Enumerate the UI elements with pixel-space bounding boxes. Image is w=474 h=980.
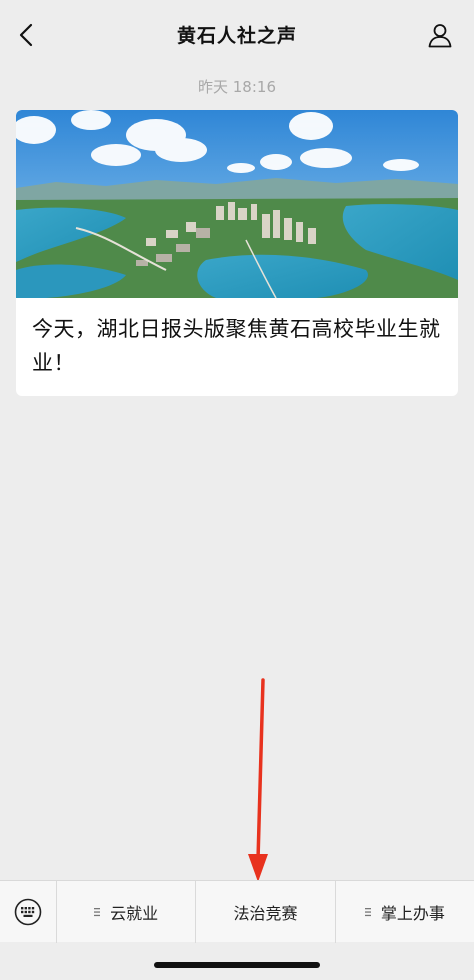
red-arrow-annotation [248,678,268,882]
page-title: 黄石人社之声 [176,24,297,47]
menu-item-law-contest[interactable]: 法治竞赛 [195,880,334,943]
menu-item-label: 云就业 [110,903,159,923]
back-button[interactable] [12,18,40,52]
article-card[interactable]: 今天，湖北日报头版聚焦黄石高校毕业生就业！ [16,110,458,396]
menu-item-label: 法治竞赛 [233,903,298,923]
menu-item-label: 掌上办事 [380,903,445,923]
keyboard-toggle-button[interactable] [0,881,56,943]
person-icon [428,24,452,48]
message-timestamp: 昨天 18:16 [198,78,276,96]
article-title: 今天，湖北日报头版聚焦黄石高校毕业生就业！ [32,317,441,375]
profile-button[interactable] [424,18,456,52]
home-indicator[interactable] [154,962,320,968]
header: 黄石人社之声 [0,0,474,68]
menu-item-mobile-services[interactable]: 掌上办事 [334,880,474,943]
submenu-lines-icon [364,907,371,916]
submenu-lines-icon [94,907,101,916]
keyboard-icon [14,898,42,925]
chat-screen: 黄石人社之声 昨天 18:16 今天，湖北日报头版聚焦黄石高校毕业生就业！ 云就… [0,0,474,980]
menu-item-cloud-jobs[interactable]: 云就业 [56,880,195,943]
bottom-menu-bar: 云就业 法治竞赛 掌上办事 [0,880,474,943]
article-cover-image [16,110,458,298]
chevron-left-icon [19,23,33,47]
